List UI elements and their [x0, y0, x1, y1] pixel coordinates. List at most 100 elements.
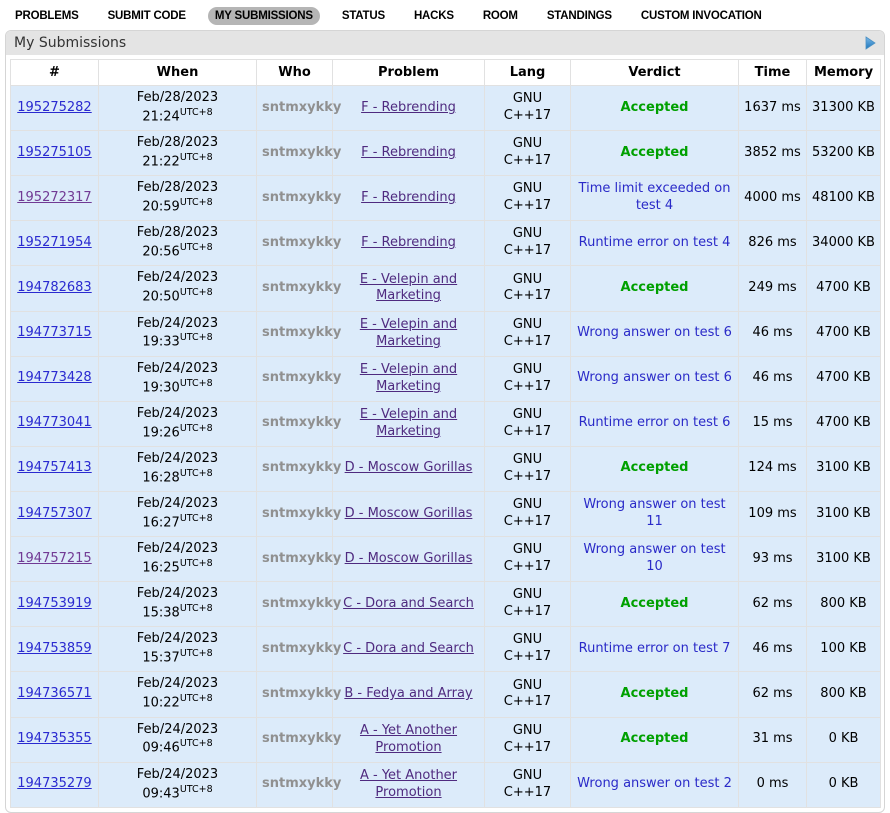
submission-when: Feb/24/202315:37UTC+8	[99, 627, 257, 672]
nav-item-room[interactable]: ROOM	[476, 7, 525, 25]
user-link[interactable]: sntmxykky	[262, 370, 341, 385]
problem-link[interactable]: B - Fedya and Array	[344, 686, 472, 701]
submission-when: Feb/24/202309:43UTC+8	[99, 762, 257, 807]
table-row: 195271954 Feb/28/202320:56UTC+8 sntmxykky F…	[11, 221, 881, 266]
user-link[interactable]: sntmxykky	[262, 190, 341, 205]
problem-link[interactable]: C - Dora and Search	[343, 641, 474, 656]
submission-when: Feb/24/202316:25UTC+8	[99, 537, 257, 582]
user-link[interactable]: sntmxykky	[262, 776, 341, 791]
submission-when: Feb/24/202316:27UTC+8	[99, 491, 257, 536]
verdict-text[interactable]: Accepted	[621, 596, 689, 611]
problem-link[interactable]: D - Moscow Gorillas	[345, 506, 473, 521]
user-link[interactable]: sntmxykky	[262, 415, 341, 430]
problem-link[interactable]: F - Rebrending	[361, 235, 456, 250]
user-link[interactable]: sntmxykky	[262, 460, 341, 475]
submissions-table: # When Who Problem Lang Verdict Time Mem…	[10, 59, 881, 808]
submission-id-link[interactable]: 194735355	[17, 731, 91, 746]
user-link[interactable]: sntmxykky	[262, 100, 341, 115]
verdict-text[interactable]: Accepted	[621, 280, 689, 295]
collapse-arrow-icon[interactable]	[865, 36, 876, 50]
submission-id-link[interactable]: 194757215	[17, 551, 91, 566]
nav-item-hacks[interactable]: HACKS	[407, 7, 461, 25]
problem-link[interactable]: D - Moscow Gorillas	[345, 460, 473, 475]
verdict-text[interactable]: Accepted	[621, 460, 689, 475]
verdict-text[interactable]: Runtime error on test 6	[579, 415, 731, 430]
submission-lang: GNU C++17	[485, 221, 571, 266]
submission-memory: 4700 KB	[807, 311, 881, 356]
submission-when: Feb/24/202310:22UTC+8	[99, 672, 257, 717]
submission-memory: 3100 KB	[807, 537, 881, 582]
verdict-text[interactable]: Time limit exceeded on test 4	[579, 181, 731, 213]
user-link[interactable]: sntmxykky	[262, 686, 341, 701]
verdict-text[interactable]: Runtime error on test 4	[579, 235, 731, 250]
problem-link[interactable]: E - Velepin and Marketing	[360, 407, 457, 439]
user-link[interactable]: sntmxykky	[262, 325, 341, 340]
verdict-text[interactable]: Wrong answer on test 2	[577, 776, 732, 791]
submission-id-link[interactable]: 194773715	[17, 325, 91, 340]
submission-lang: GNU C++17	[485, 627, 571, 672]
user-link[interactable]: sntmxykky	[262, 506, 341, 521]
verdict-text[interactable]: Accepted	[621, 731, 689, 746]
verdict-text[interactable]: Accepted	[621, 100, 689, 115]
submission-id-link[interactable]: 194753919	[17, 596, 91, 611]
user-link[interactable]: sntmxykky	[262, 145, 341, 160]
submission-time: 46 ms	[739, 627, 807, 672]
panel-caption: My Submissions	[6, 31, 884, 55]
submission-id-link[interactable]: 194773041	[17, 415, 91, 430]
submission-id-link[interactable]: 194753859	[17, 641, 91, 656]
verdict-text[interactable]: Wrong answer on test 6	[577, 325, 732, 340]
submission-time: 109 ms	[739, 491, 807, 536]
problem-link[interactable]: E - Velepin and Marketing	[360, 272, 457, 304]
verdict-text[interactable]: Runtime error on test 7	[579, 641, 731, 656]
submission-id-link[interactable]: 195271954	[17, 235, 91, 250]
verdict-text[interactable]: Accepted	[621, 145, 689, 160]
user-link[interactable]: sntmxykky	[262, 596, 341, 611]
problem-link[interactable]: A - Yet Another Promotion	[360, 768, 457, 800]
user-link[interactable]: sntmxykky	[262, 641, 341, 656]
nav-item-problems[interactable]: PROBLEMS	[8, 7, 86, 25]
problem-link[interactable]: F - Rebrending	[361, 100, 456, 115]
submission-id-link[interactable]: 195275105	[17, 145, 91, 160]
verdict-text[interactable]: Wrong answer on test 10	[583, 542, 725, 574]
nav-item-status[interactable]: STATUS	[335, 7, 392, 25]
column-header-who: Who	[257, 60, 333, 86]
problem-link[interactable]: A - Yet Another Promotion	[360, 723, 457, 755]
nav-item-my-submissions[interactable]: MY SUBMISSIONS	[208, 7, 320, 25]
submission-id-link[interactable]: 194757413	[17, 460, 91, 475]
submission-memory: 4700 KB	[807, 356, 881, 401]
submission-time: 3852 ms	[739, 131, 807, 176]
verdict-text[interactable]: Accepted	[621, 686, 689, 701]
submission-id-link[interactable]: 194757307	[17, 506, 91, 521]
submission-time: 0 ms	[739, 762, 807, 807]
submission-id-link[interactable]: 195275282	[17, 100, 91, 115]
submission-lang: GNU C++17	[485, 762, 571, 807]
problem-link[interactable]: E - Velepin and Marketing	[360, 362, 457, 394]
verdict-text[interactable]: Wrong answer on test 11	[583, 497, 725, 529]
nav-item-custom-invocation[interactable]: CUSTOM INVOCATION	[634, 7, 769, 25]
submission-id-link[interactable]: 194773428	[17, 370, 91, 385]
user-link[interactable]: sntmxykky	[262, 551, 341, 566]
nav-item-submit-code[interactable]: SUBMIT CODE	[101, 7, 193, 25]
nav-item-standings[interactable]: STANDINGS	[540, 7, 619, 25]
submission-memory: 4700 KB	[807, 266, 881, 311]
submission-time: 4000 ms	[739, 176, 807, 221]
submission-id-link[interactable]: 194735279	[17, 776, 91, 791]
submission-lang: GNU C++17	[485, 672, 571, 717]
table-row: 194782683Feb/24/202320:50UTC+8sntmxykkyE…	[11, 266, 881, 311]
problem-link[interactable]: E - Velepin and Marketing	[360, 317, 457, 349]
submission-when: Feb/28/202320:56UTC+8	[99, 221, 257, 266]
submission-id-link[interactable]: 194736571	[17, 686, 91, 701]
problem-link[interactable]: F - Rebrending	[361, 145, 456, 160]
submission-id-link[interactable]: 194782683	[17, 280, 91, 295]
user-link[interactable]: sntmxykky	[262, 235, 341, 250]
problem-link[interactable]: D - Moscow Gorillas	[345, 551, 473, 566]
submission-lang: GNU C++17	[485, 266, 571, 311]
problem-link[interactable]: C - Dora and Search	[343, 596, 474, 611]
user-link[interactable]: sntmxykky	[262, 280, 341, 295]
problem-link[interactable]: F - Rebrending	[361, 190, 456, 205]
submission-memory: 3100 KB	[807, 446, 881, 491]
user-link[interactable]: sntmxykky	[262, 731, 341, 746]
table-row: 194757215 Feb/24/202316:25UTC+8 sntmxykky D…	[11, 537, 881, 582]
submission-id-link[interactable]: 195272317	[17, 190, 91, 205]
verdict-text[interactable]: Wrong answer on test 6	[577, 370, 732, 385]
